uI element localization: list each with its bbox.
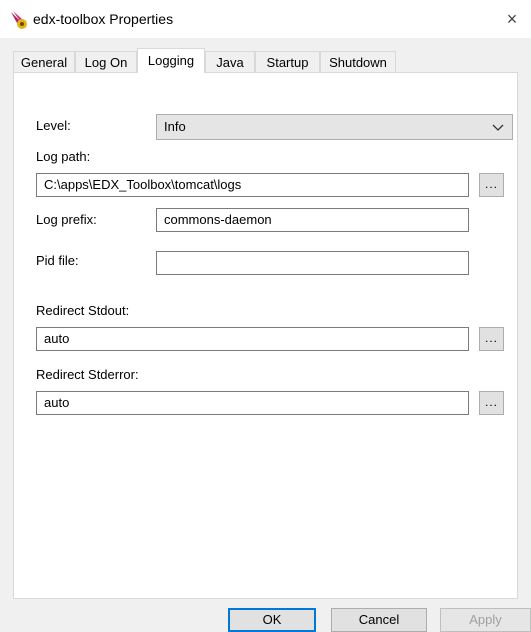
tab-shutdown[interactable]: Shutdown xyxy=(320,51,396,72)
close-icon[interactable]: × xyxy=(493,0,531,38)
log-path-input[interactable]: C:\apps\EDX_Toolbox\tomcat\logs xyxy=(36,173,469,197)
redirect-stderror-browse-button[interactable]: ... xyxy=(479,391,504,415)
service-app-icon xyxy=(11,11,27,29)
pid-file-label: Pid file: xyxy=(36,253,79,268)
redirect-stderror-input[interactable]: auto xyxy=(36,391,469,415)
redirect-stderror-label: Redirect Stderror: xyxy=(36,367,139,382)
level-label: Level: xyxy=(36,118,71,133)
tab-strip: General Log On Logging Java Startup Shut… xyxy=(13,48,518,73)
tab-startup[interactable]: Startup xyxy=(255,51,320,72)
apply-button[interactable]: Apply xyxy=(440,608,531,632)
redirect-stdout-browse-button[interactable]: ... xyxy=(479,327,504,351)
tab-log-on[interactable]: Log On xyxy=(75,51,137,72)
level-select[interactable]: Info xyxy=(156,114,513,140)
pid-file-input[interactable] xyxy=(156,251,469,275)
level-value: Info xyxy=(164,119,186,134)
log-path-label: Log path: xyxy=(36,149,91,164)
redirect-stdout-input[interactable]: auto xyxy=(36,327,469,351)
window-title: edx-toolbox Properties xyxy=(33,11,174,27)
log-prefix-input[interactable]: commons-daemon xyxy=(156,208,469,232)
tab-general[interactable]: General xyxy=(13,51,75,72)
tab-java[interactable]: Java xyxy=(205,51,255,72)
chevron-down-icon xyxy=(492,124,504,131)
log-path-browse-button[interactable]: ... xyxy=(479,173,504,197)
redirect-stdout-label: Redirect Stdout: xyxy=(36,303,130,318)
log-prefix-label: Log prefix: xyxy=(36,212,97,227)
cancel-button[interactable]: Cancel xyxy=(331,608,427,632)
title-bar: edx-toolbox Properties × xyxy=(0,0,531,38)
tab-logging[interactable]: Logging xyxy=(137,48,205,73)
ok-button[interactable]: OK xyxy=(228,608,316,632)
